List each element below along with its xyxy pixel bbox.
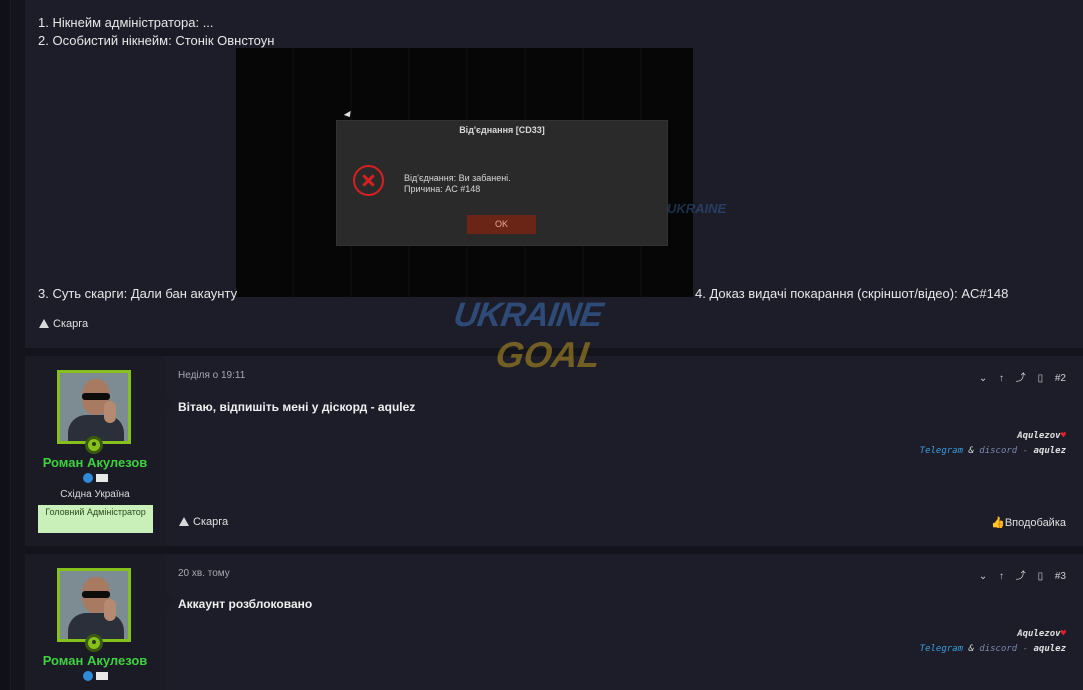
avatar[interactable] xyxy=(57,568,131,642)
post-2: Роман Акулезов Східна Україна Головний А… xyxy=(25,356,1083,546)
signature-contacts: Telegram & discord - aqulez xyxy=(919,644,1066,654)
arrow-up-icon[interactable]: ↑ xyxy=(999,571,1004,582)
username[interactable]: Роман Акулезов xyxy=(25,455,165,470)
signature-discord[interactable]: discord xyxy=(979,644,1017,654)
disconnect-dialog: Від'єднання [CD33] Від'єднання: Ви забан… xyxy=(336,120,668,246)
chevron-down-icon[interactable]: ⌄ xyxy=(979,571,987,582)
signature-name: Aqulezov♥ xyxy=(1017,431,1066,441)
user-cell: Роман Акулезов xyxy=(25,554,165,690)
user-badges xyxy=(25,473,165,484)
signature-handle: aqulez xyxy=(1033,446,1066,456)
report-label: Скарга xyxy=(53,318,89,330)
dialog-message-line-2: Причина: AC #148 xyxy=(404,184,481,194)
verified-icon xyxy=(82,671,93,682)
post-date[interactable]: Неділя о 19:11 xyxy=(178,370,245,381)
report-label: Скарга xyxy=(193,516,229,528)
mail-icon[interactable] xyxy=(95,672,108,681)
post-1-line-1: 1. Нікнейм адміністратора: ... xyxy=(38,15,214,30)
post-3: Роман Акулезов 20 хв. тому ⌄ ↑ ⤴ ▯ #3 Ак… xyxy=(25,554,1083,690)
dialog-message-line-1: Від'єднання: Ви забанені. xyxy=(404,173,511,183)
chevron-down-icon[interactable]: ⌄ xyxy=(979,373,987,384)
post-1-line-3: 3. Суть скарги: Дали бан акаунту xyxy=(38,286,238,301)
message-arrow xyxy=(165,394,175,414)
heart-icon: ♥ xyxy=(1060,629,1066,639)
user-role-banner: Головний Адміністратор xyxy=(38,505,153,533)
warning-icon xyxy=(179,517,189,526)
dialog-message: Від'єднання: Ви забанені. Причина: AC #1… xyxy=(404,173,511,195)
post-1-line-4: 4. Доказ видачі покарання (скріншот/віде… xyxy=(695,286,1009,301)
heart-icon: ♥ xyxy=(1060,431,1066,441)
username[interactable]: Роман Акулезов xyxy=(25,653,165,668)
post-number[interactable]: #2 xyxy=(1055,373,1066,384)
left-gutter xyxy=(0,0,11,690)
signature-handle: aqulez xyxy=(1033,644,1066,654)
warning-icon xyxy=(39,319,49,328)
thumbs-up-icon: 👍 xyxy=(991,517,1005,529)
report-link[interactable]: Скарга xyxy=(39,318,88,330)
user-location: Східна Україна xyxy=(60,489,130,500)
like-label: Вподобайка xyxy=(1004,517,1066,529)
post-1-line-2: 2. Особистий нікнейм: Стонік Овнстоун xyxy=(38,33,275,48)
user-cell: Роман Акулезов Східна Україна Головний А… xyxy=(25,356,165,546)
avatar[interactable] xyxy=(57,370,131,444)
online-status-icon xyxy=(85,634,103,652)
like-button[interactable]: 👍Вподобайка xyxy=(991,516,1066,529)
watermark-small: UKRAINE xyxy=(667,201,727,216)
post-actions: ⌄ ↑ ⤴ ▯ #3 xyxy=(970,567,1066,582)
message-arrow xyxy=(165,592,175,612)
signature-name: Aqulezov♥ xyxy=(1017,629,1066,639)
error-icon xyxy=(353,165,384,196)
online-status-icon xyxy=(85,436,103,454)
share-icon[interactable]: ⤴ xyxy=(1016,369,1026,384)
signature-telegram[interactable]: Telegram xyxy=(920,644,963,654)
screenshot-embed[interactable]: Від'єднання [CD33] Від'єднання: Ви забан… xyxy=(236,48,693,297)
bookmark-icon[interactable]: ▯ xyxy=(1038,571,1044,582)
ok-button[interactable]: OK xyxy=(467,215,536,234)
post-actions: ⌄ ↑ ⤴ ▯ #2 xyxy=(970,369,1066,384)
signature-contacts: Telegram & discord - aqulez xyxy=(919,446,1066,456)
share-icon[interactable]: ⤴ xyxy=(1016,567,1026,582)
verified-icon xyxy=(82,473,93,484)
dialog-title: Від'єднання [CD33] xyxy=(459,125,545,135)
report-link[interactable]: Скарга xyxy=(179,516,228,528)
arrow-up-icon[interactable]: ↑ xyxy=(999,373,1004,384)
mail-icon[interactable] xyxy=(95,474,108,483)
signature-telegram[interactable]: Telegram xyxy=(920,446,963,456)
post-number[interactable]: #3 xyxy=(1055,571,1066,582)
post-body: Аккаунт розблоковано xyxy=(178,597,313,611)
post-body: Вітаю, відпишіть мені у діскорд - aqulez xyxy=(178,400,416,414)
user-badges xyxy=(25,671,165,682)
signature-discord[interactable]: discord xyxy=(979,446,1017,456)
post-date[interactable]: 20 хв. тому xyxy=(178,568,230,579)
bookmark-icon[interactable]: ▯ xyxy=(1038,373,1044,384)
